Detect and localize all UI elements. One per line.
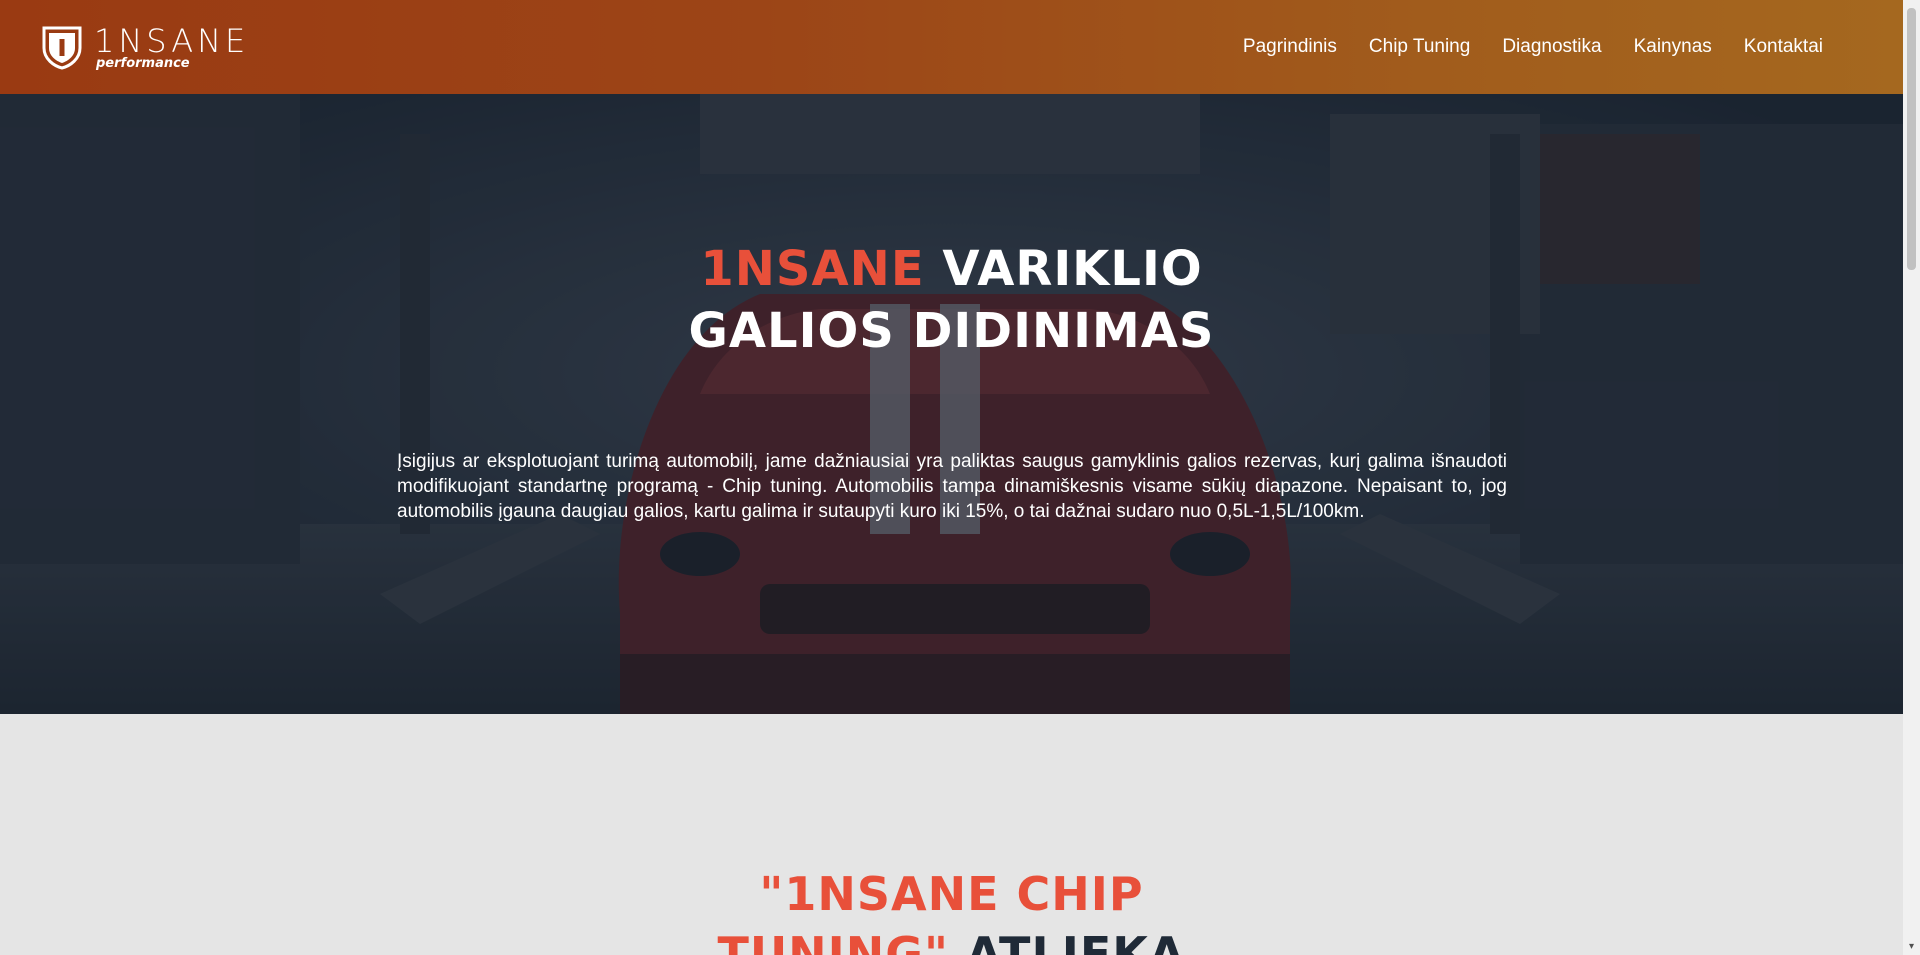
services-title: "1NSANE CHIP TUNING" ATLIEKA [0, 864, 1903, 955]
scroll-down-arrow-icon[interactable]: ▾ [1907, 942, 1916, 952]
site-logo[interactable]: 1NSANE performance [40, 24, 249, 70]
scrollbar-thumb[interactable] [1907, 8, 1916, 270]
main-nav: Pagrindinis Chip Tuning Diagnostika Kain… [1243, 36, 1823, 58]
page-scrollbar[interactable]: ▾ [1903, 0, 1920, 955]
hero-title: 1NSANE VARIKLIO GALIOS DIDINIMAS [0, 238, 1903, 362]
hero-paragraph: Įsigijus ar eksplotuojant turimą automob… [397, 451, 1507, 522]
hero-section: 1NSANE VARIKLIO GALIOS DIDINIMAS Įsigiju… [0, 94, 1903, 714]
hero-overlay [0, 94, 1903, 714]
services-title-rest: ATLIEKA [949, 927, 1186, 955]
services-section: "1NSANE CHIP TUNING" ATLIEKA [0, 714, 1903, 955]
nav-link-diagnostika[interactable]: Diagnostika [1502, 36, 1601, 58]
hero-title-accent: 1NSANE [700, 241, 925, 297]
hero-title-line2: GALIOS DIDINIMAS [688, 303, 1215, 359]
hero-title-line1: VARIKLIO [924, 241, 1203, 297]
services-title-accent-line1: "1NSANE CHIP [759, 867, 1144, 921]
site-header: 1NSANE performance Pagrindinis Chip Tuni… [0, 0, 1903, 94]
nav-link-chip-tuning[interactable]: Chip Tuning [1369, 36, 1470, 58]
nav-link-kainynas[interactable]: Kainynas [1634, 36, 1712, 58]
services-title-accent-line2: TUNING" [717, 927, 950, 955]
logo-sub-text: performance [96, 55, 190, 71]
logo-text: 1NSANE performance [94, 25, 249, 70]
nav-link-pagrindinis[interactable]: Pagrindinis [1243, 36, 1337, 58]
nav-link-kontaktai[interactable]: Kontaktai [1744, 36, 1823, 58]
shield-logo-icon [42, 26, 82, 70]
logo-main-text: 1NSANE [94, 21, 250, 60]
